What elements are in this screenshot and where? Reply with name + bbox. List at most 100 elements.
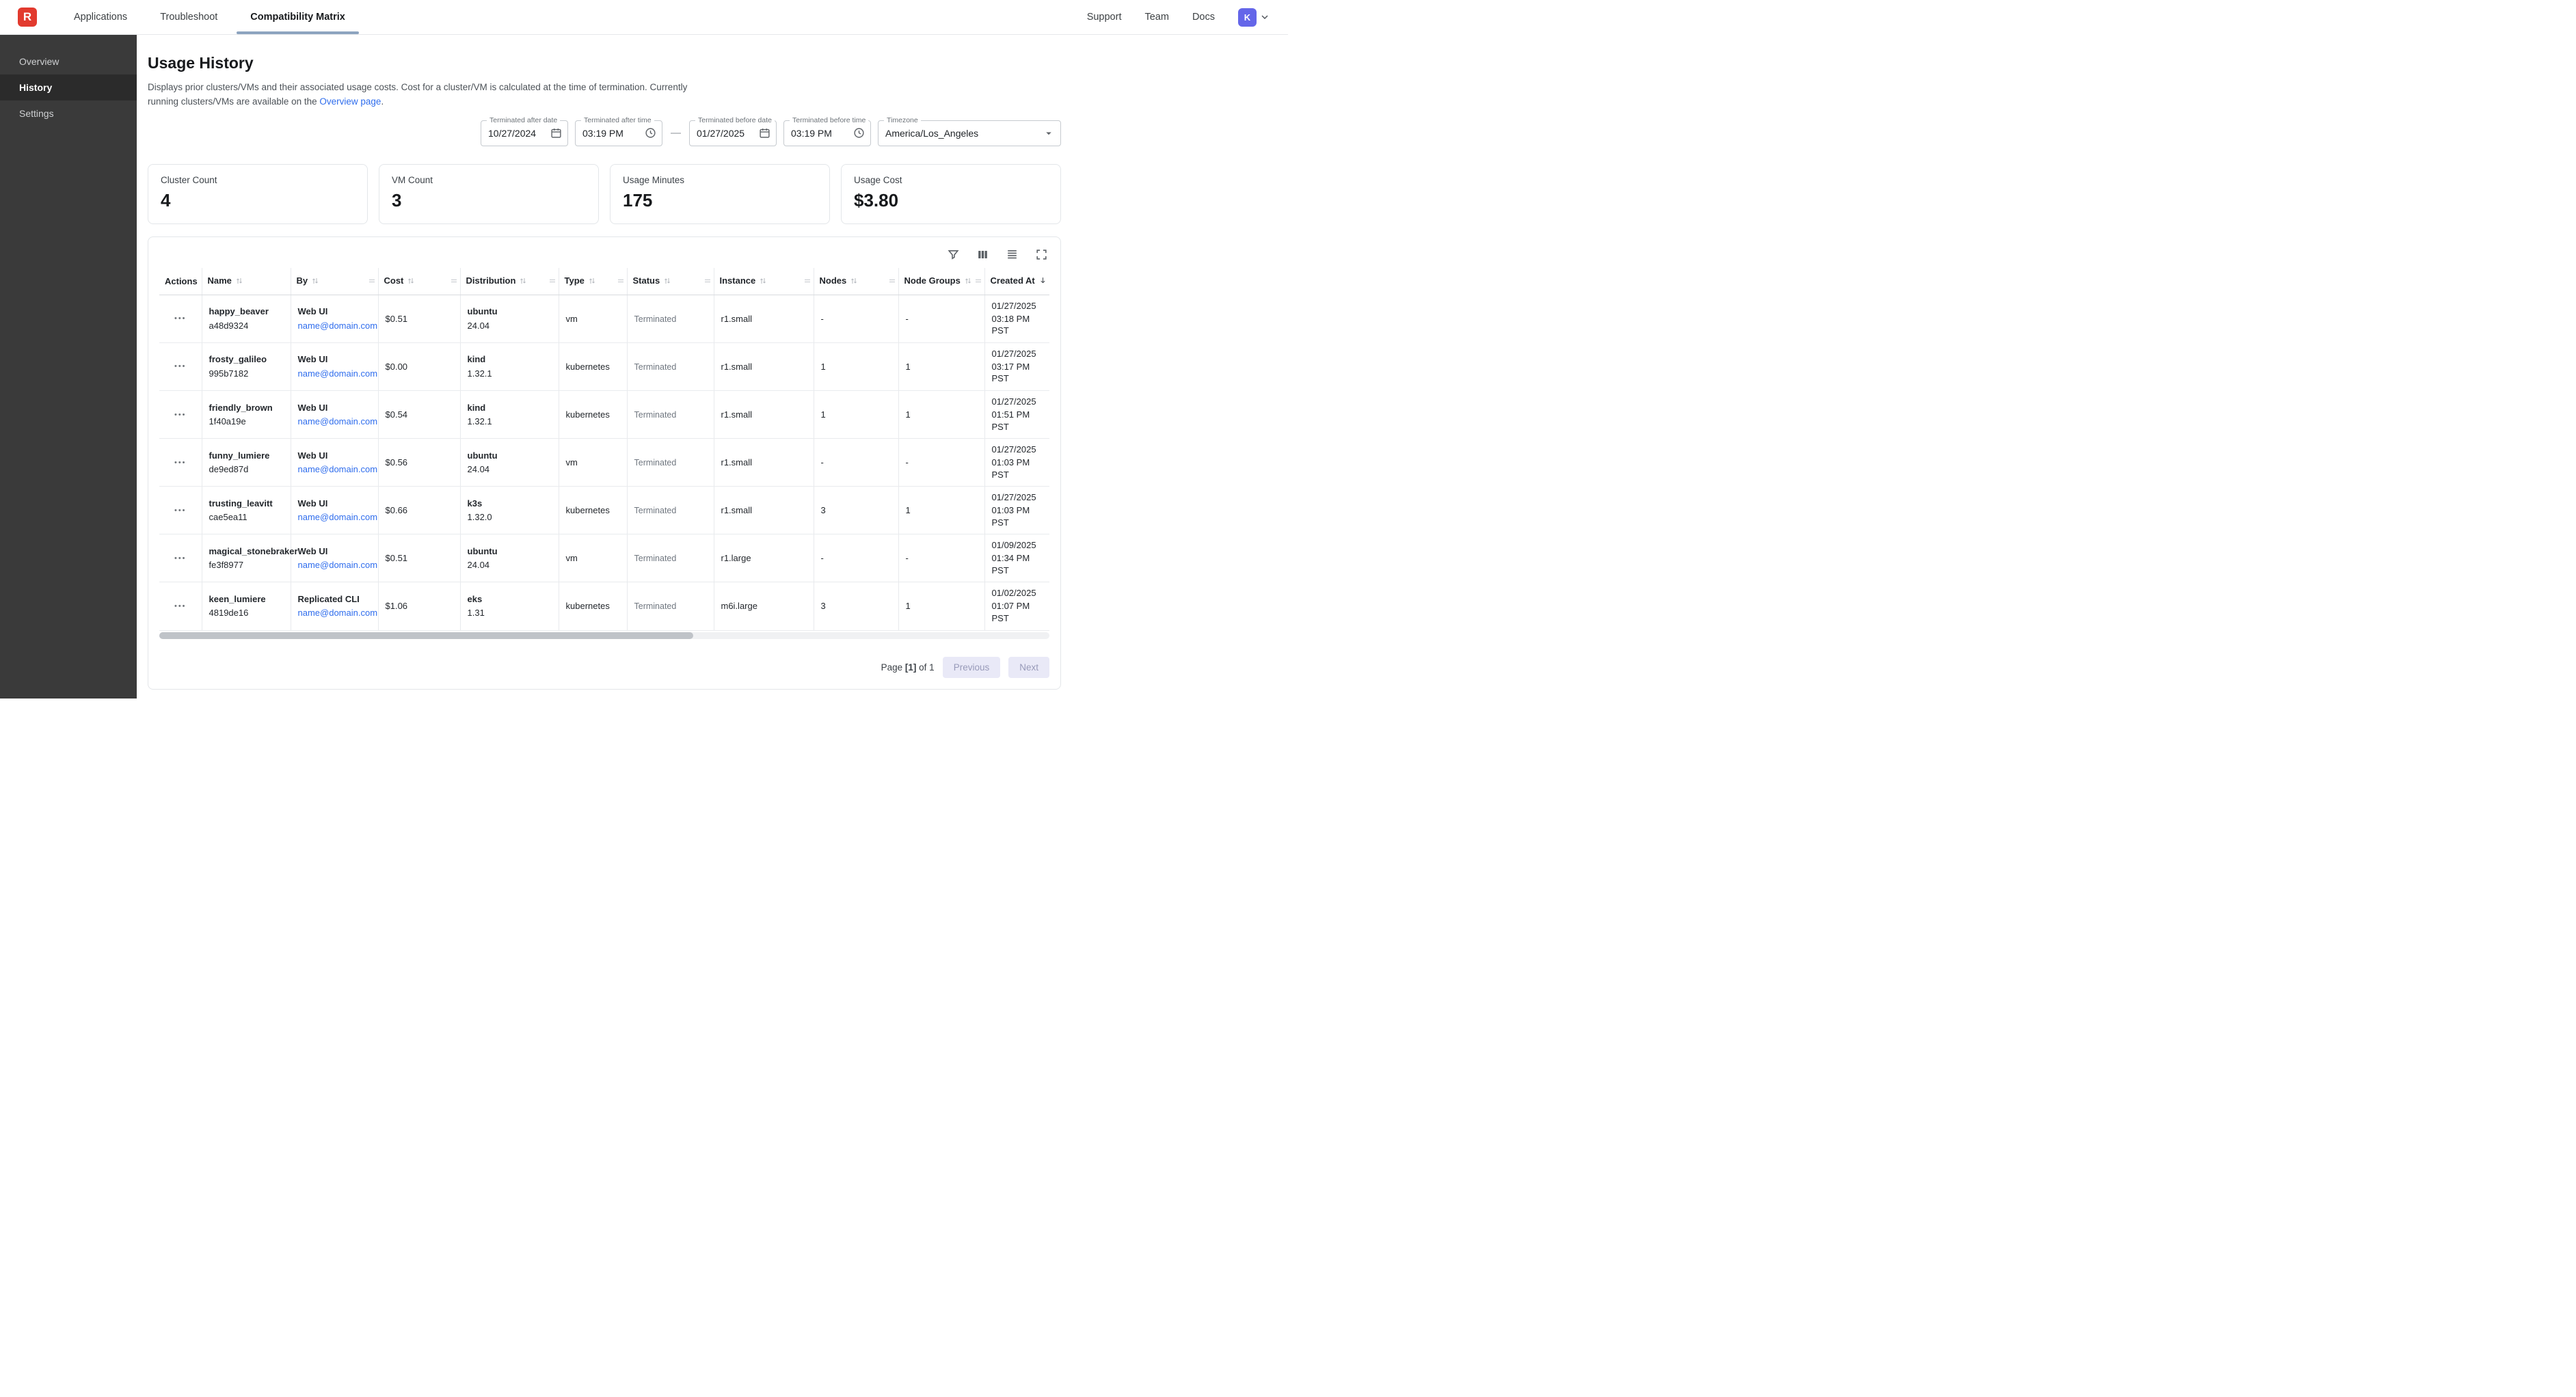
row-actions-button[interactable]: ••• xyxy=(174,362,187,370)
type-value: kubernetes xyxy=(566,505,610,515)
created-time: 01:03 PM PST xyxy=(992,457,1043,480)
replicated-logo[interactable]: R xyxy=(18,8,37,27)
row-actions-button[interactable]: ••• xyxy=(174,506,187,515)
calendar-icon[interactable] xyxy=(753,127,770,139)
row-actions-button[interactable]: ••• xyxy=(174,602,187,610)
column-menu-icon[interactable] xyxy=(888,277,896,285)
cluster-name: happy_beaver xyxy=(209,306,284,318)
timezone-select[interactable]: Timezone America/Los_Angeles xyxy=(878,120,1061,146)
terminated-after-time-field[interactable]: Terminated after time 03:19 PM xyxy=(575,120,662,146)
creator-email-link[interactable]: name@domain.com xyxy=(298,608,378,618)
node-groups-value: - xyxy=(906,457,909,467)
cost-value: $1.06 xyxy=(386,601,408,611)
sort-icon[interactable] xyxy=(588,277,596,287)
next-page-button[interactable]: Next xyxy=(1008,657,1049,678)
sort-icon[interactable] xyxy=(407,277,415,287)
column-menu-icon[interactable] xyxy=(803,277,811,285)
creator-email-link[interactable]: name@domain.com xyxy=(298,321,378,331)
table-row: ••• keen_lumiere4819de16 Replicated CLIn… xyxy=(159,582,1049,630)
fullscreen-icon[interactable] xyxy=(1035,248,1048,261)
column-header-name[interactable]: Name xyxy=(202,268,291,295)
sort-icon[interactable] xyxy=(759,277,767,287)
sort-desc-icon[interactable] xyxy=(1038,277,1047,287)
usage-cost-card: Usage Cost $3.80 xyxy=(841,164,1061,224)
column-menu-icon[interactable] xyxy=(548,277,556,285)
nodes-value: - xyxy=(821,314,824,324)
sort-icon[interactable] xyxy=(235,277,243,287)
type-value: vm xyxy=(566,314,578,324)
cost-value: $0.66 xyxy=(386,505,408,515)
clock-icon[interactable] xyxy=(848,127,865,139)
row-actions-button[interactable]: ••• xyxy=(174,411,187,419)
column-menu-icon[interactable] xyxy=(450,277,458,285)
column-header-created-at[interactable]: Created At xyxy=(984,268,1049,295)
created-date: 01/27/2025 xyxy=(992,444,1043,455)
horizontal-scrollbar[interactable] xyxy=(159,632,1049,639)
timezone-value: America/Los_Angeles xyxy=(885,128,1037,139)
terminated-after-date-field[interactable]: Terminated after date 10/27/2024 xyxy=(481,120,568,146)
tab-applications[interactable]: Applications xyxy=(57,0,144,34)
scrollbar-thumb[interactable] xyxy=(159,632,693,639)
column-header-instance[interactable]: Instance xyxy=(714,268,814,295)
usage-history-table: Actions Name By Cost Distribution Type S… xyxy=(159,268,1049,631)
type-value: kubernetes xyxy=(566,409,610,420)
column-header-nodes[interactable]: Nodes xyxy=(814,268,898,295)
avatar: K xyxy=(1238,8,1257,27)
sort-icon[interactable] xyxy=(663,277,671,287)
creator-email-link[interactable]: name@domain.com xyxy=(298,416,378,426)
creator-email-link[interactable]: name@domain.com xyxy=(298,464,378,474)
column-header-by[interactable]: By xyxy=(291,268,378,295)
tab-troubleshoot[interactable]: Troubleshoot xyxy=(144,0,234,34)
sort-icon[interactable] xyxy=(519,277,527,287)
column-header-distribution[interactable]: Distribution xyxy=(460,268,559,295)
column-menu-icon[interactable] xyxy=(974,277,982,285)
team-link[interactable]: Team xyxy=(1144,12,1168,23)
chevron-down-icon xyxy=(1259,12,1270,23)
row-actions-button[interactable]: ••• xyxy=(174,314,187,323)
status-badge: Terminated xyxy=(634,362,677,372)
creator-email-link[interactable]: name@domain.com xyxy=(298,560,378,570)
creator-email-link[interactable]: name@domain.com xyxy=(298,512,378,522)
column-header-status[interactable]: Status xyxy=(627,268,714,295)
docs-link[interactable]: Docs xyxy=(1192,12,1215,23)
support-link[interactable]: Support xyxy=(1087,12,1122,23)
type-value: vm xyxy=(566,553,578,563)
terminated-before-date-field[interactable]: Terminated before date 01/27/2025 xyxy=(689,120,777,146)
tab-compatibility-matrix[interactable]: Compatibility Matrix xyxy=(234,0,362,34)
terminated-before-time-label: Terminated before time xyxy=(790,116,868,124)
column-menu-icon[interactable] xyxy=(368,277,376,285)
sidebar-item-settings[interactable]: Settings xyxy=(0,100,137,126)
column-header-node-groups[interactable]: Node Groups xyxy=(898,268,984,295)
row-actions-button[interactable]: ••• xyxy=(174,459,187,467)
sidebar-item-overview[interactable]: Overview xyxy=(0,49,137,74)
columns-icon[interactable] xyxy=(976,248,989,261)
nodes-value: 1 xyxy=(821,409,826,420)
overview-page-link[interactable]: Overview page xyxy=(319,96,381,107)
column-header-cost[interactable]: Cost xyxy=(378,268,460,295)
created-time: 01:07 PM PST xyxy=(992,600,1043,624)
sort-icon[interactable] xyxy=(964,277,972,287)
column-menu-icon[interactable] xyxy=(617,277,625,285)
column-menu-icon[interactable] xyxy=(703,277,712,285)
distribution-version: 24.04 xyxy=(468,320,552,332)
terminated-after-date-value: 10/27/2024 xyxy=(488,128,545,139)
sidebar-item-history[interactable]: History xyxy=(0,74,137,100)
clock-icon[interactable] xyxy=(639,127,656,139)
creator-email-link[interactable]: name@domain.com xyxy=(298,368,378,379)
density-icon[interactable] xyxy=(1006,248,1019,261)
sort-icon[interactable] xyxy=(850,277,858,287)
terminated-before-time-field[interactable]: Terminated before time 03:19 PM xyxy=(783,120,871,146)
sort-icon[interactable] xyxy=(311,277,319,287)
column-header-type[interactable]: Type xyxy=(559,268,627,295)
filter-icon[interactable] xyxy=(947,248,960,261)
stat-label: Cluster Count xyxy=(161,175,355,185)
date-range-separator: — xyxy=(669,127,682,139)
previous-page-button[interactable]: Previous xyxy=(943,657,1001,678)
distribution-version: 1.32.1 xyxy=(468,368,552,380)
created-by: Web UI xyxy=(298,306,371,318)
created-time: 01:51 PM PST xyxy=(992,409,1043,433)
user-menu[interactable]: K xyxy=(1238,8,1270,27)
calendar-icon[interactable] xyxy=(545,127,562,139)
row-actions-button[interactable]: ••• xyxy=(174,554,187,562)
distribution-version: 1.32.0 xyxy=(468,511,552,524)
